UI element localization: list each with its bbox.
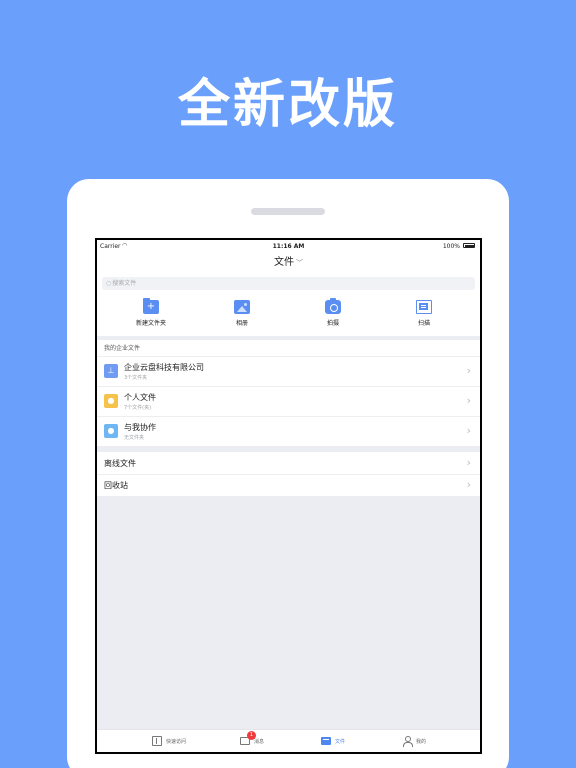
list-item-title: 回收站 (104, 481, 128, 490)
collab-icon: ● (104, 424, 118, 438)
divider (97, 356, 480, 357)
quick-action-label: 拍摄 (326, 320, 339, 327)
list-item-title: 企业云盘科技有限公司 (124, 363, 204, 372)
divider (97, 474, 480, 475)
list-item-subtitle: 无文件夹 (124, 435, 145, 441)
status-bar: Carrier ◠ 11:16 AM 100% (97, 240, 480, 252)
list-item-title: 个人文件 (124, 393, 156, 402)
chevron-right-icon: › (466, 456, 471, 469)
quick-access-icon (152, 736, 162, 746)
quick-action-label: 新建文件夹 (135, 320, 166, 327)
list-item-subtitle: 7个文件(夹) (124, 405, 152, 411)
list-item-title: 离线文件 (104, 459, 136, 468)
battery-icon (463, 243, 475, 248)
tab-label: 快速访问 (166, 739, 187, 745)
camera-button[interactable]: 拍摄 (303, 298, 363, 327)
chevron-right-icon: › (466, 364, 471, 377)
list-item-title: 与我协作 (124, 423, 156, 432)
camera-icon (325, 298, 341, 314)
list-item-collab[interactable]: ● 与我协作 无文件夹 › (97, 416, 480, 446)
section-header: 我的企业文件 (97, 340, 480, 356)
list-item-offline[interactable]: 离线文件 › (97, 452, 480, 474)
quick-actions: 新建文件夹 相册 拍摄 扫描 (97, 294, 480, 336)
chevron-right-icon: › (466, 394, 471, 407)
divider (97, 416, 480, 417)
chevron-right-icon: › (466, 478, 471, 491)
tab-messages[interactable]: 1 消息 (240, 731, 280, 748)
status-time: 11:16 AM (272, 243, 305, 250)
file-icon (321, 737, 331, 745)
app-screen: Carrier ◠ 11:16 AM 100% 文件﹀ ○搜索文件 新建文件夹 … (97, 240, 480, 752)
scan-icon (416, 300, 432, 314)
nav-title-dropdown[interactable]: 文件 ﹀ (97, 252, 480, 274)
headline: 全新改版 (177, 75, 398, 135)
person-icon: ● (104, 394, 118, 408)
search-icon: ○ (106, 280, 112, 287)
list-item-personal[interactable]: ● 个人文件 7个文件(夹) › (97, 386, 480, 416)
tab-quick-access[interactable]: 快速访问 (152, 736, 202, 748)
tablet-speaker (251, 208, 325, 215)
page-title: 文件 (274, 257, 294, 268)
quick-action-label: 相册 (235, 320, 248, 327)
search-input[interactable]: ○搜索文件 (102, 277, 475, 290)
tab-files[interactable]: 文件 (321, 736, 361, 748)
list-item-subtitle: 3个文件夹 (124, 375, 148, 381)
chevron-right-icon: › (466, 424, 471, 437)
battery-percent: 100% (442, 243, 460, 250)
quick-action-label: 扫描 (417, 320, 430, 327)
tab-profile[interactable]: 我的 (402, 736, 442, 748)
search-bar: ○搜索文件 (97, 274, 480, 294)
chevron-down-icon: ﹀ (296, 259, 303, 267)
tablet-screen: Carrier ◠ 11:16 AM 100% 文件﹀ ○搜索文件 新建文件夹 … (95, 238, 482, 754)
divider (97, 386, 480, 387)
profile-icon (402, 736, 413, 747)
org-icon: ⊥ (104, 364, 118, 378)
new-folder-icon (143, 298, 159, 314)
tab-label: 我的 (416, 739, 427, 745)
tab-bar: 快速访问 1 消息 文件 我的 (97, 729, 480, 752)
list-item-trash[interactable]: 回收站 › (97, 474, 480, 496)
search-placeholder: 搜索文件 (112, 280, 137, 287)
new-folder-button[interactable]: 新建文件夹 (121, 298, 181, 327)
list-item-enterprise[interactable]: ⊥ 企业云盘科技有限公司 3个文件夹 › (97, 356, 480, 386)
tab-label: 消息 (254, 739, 265, 745)
tab-label: 文件 (335, 739, 346, 745)
photo-album-icon (234, 300, 250, 314)
photo-album-button[interactable]: 相册 (212, 300, 272, 327)
scan-button[interactable]: 扫描 (394, 300, 454, 327)
